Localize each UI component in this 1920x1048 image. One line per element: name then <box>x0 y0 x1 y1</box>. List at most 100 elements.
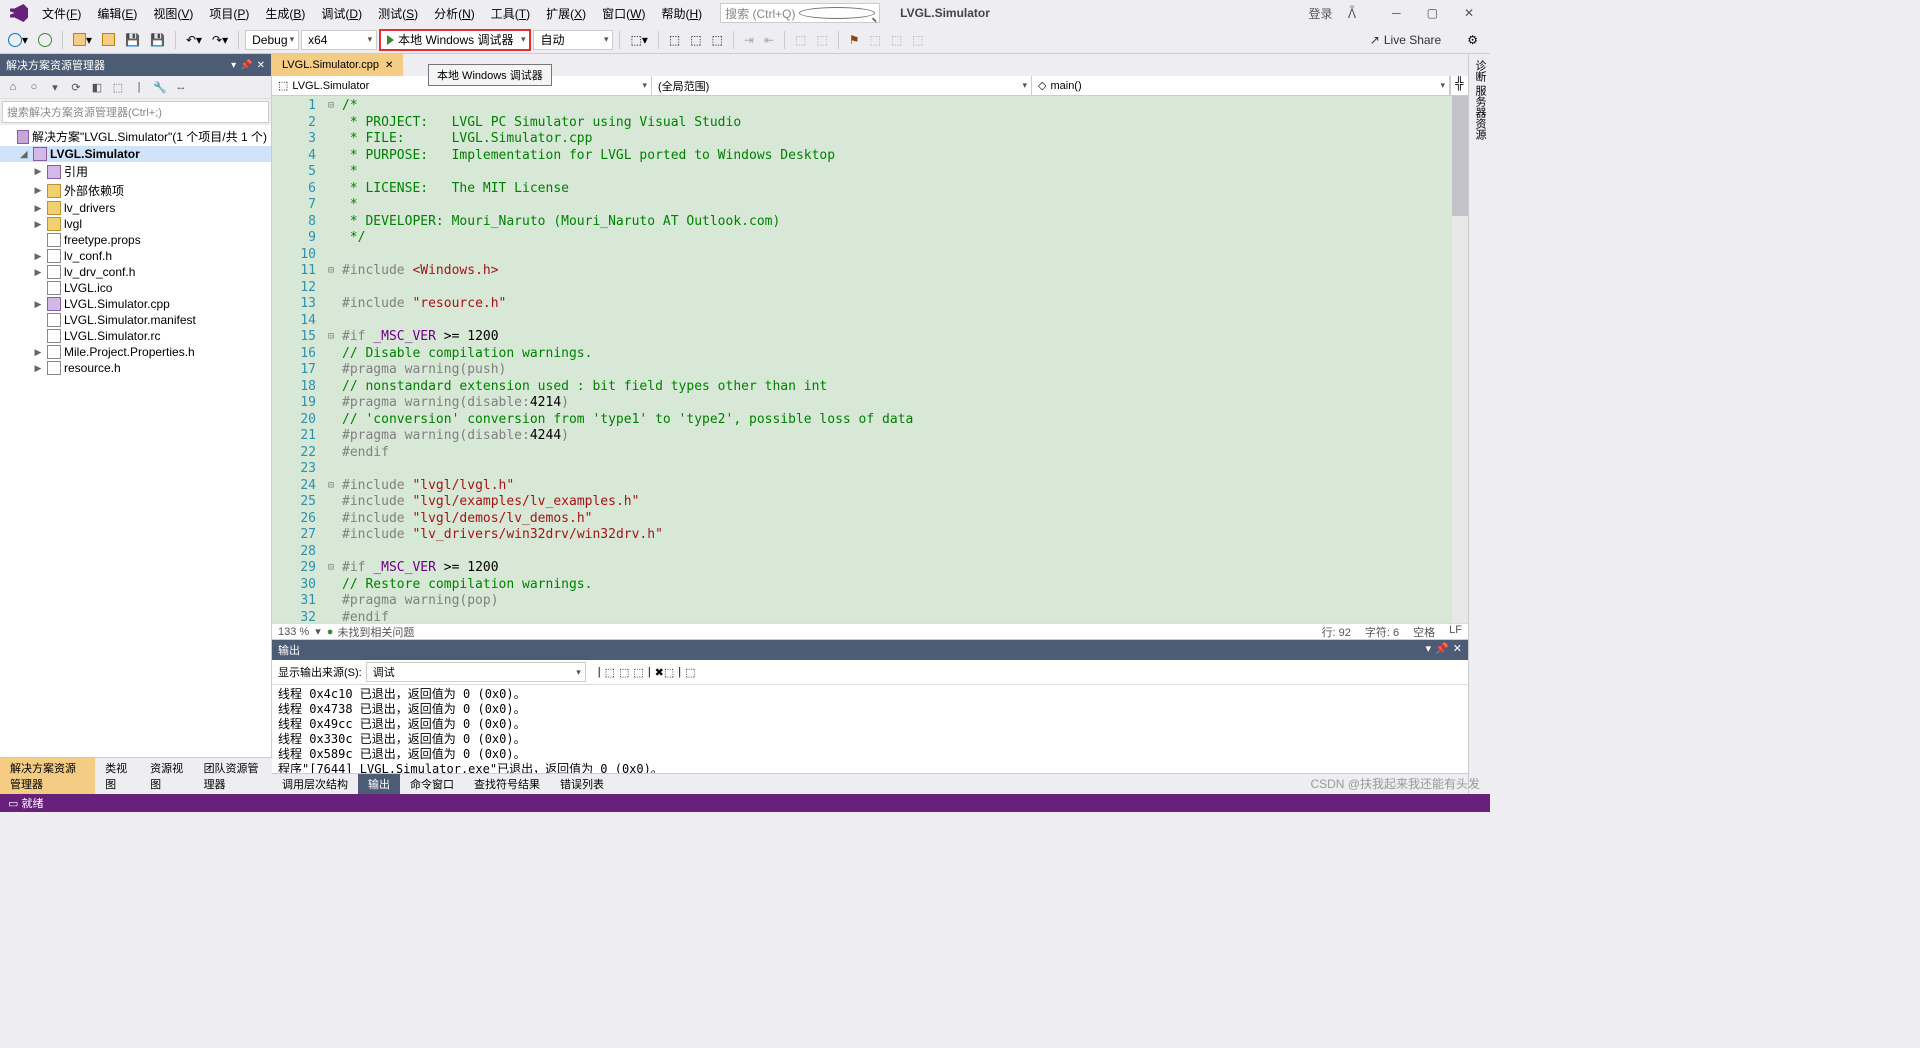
out-close-icon[interactable]: ✕ <box>1453 642 1462 658</box>
tree-item[interactable]: LVGL.Simulator.rc <box>0 328 271 344</box>
btab-l-0[interactable]: 解决方案资源管理器 <box>0 758 95 794</box>
menu-S[interactable]: 测试(S) <box>370 2 426 25</box>
file-tab[interactable]: LVGL.Simulator.cpp✕ <box>272 54 403 76</box>
config-combo[interactable]: Debug <box>245 30 299 50</box>
tb-extra-6[interactable]: ⇤ <box>760 31 778 49</box>
search-box[interactable]: 搜索 (Ctrl+Q) <box>720 3 880 23</box>
scroll-thumb[interactable] <box>1452 96 1468 216</box>
nav-fwd-button[interactable] <box>34 31 56 49</box>
sln-close-icon[interactable]: ✕ <box>257 60 265 71</box>
tab-close-icon[interactable]: ✕ <box>385 60 393 71</box>
btab-r-3[interactable]: 查找符号结果 <box>464 774 550 794</box>
btab-r-0[interactable]: 调用层次结构 <box>272 774 358 794</box>
btab-r-1[interactable]: 输出 <box>358 774 400 794</box>
btab-l-2[interactable]: 资源视图 <box>140 758 193 794</box>
tree-item[interactable]: ▶LVGL.Simulator.cpp <box>0 296 271 312</box>
sln-project[interactable]: ◢LVGL.Simulator <box>0 146 271 162</box>
sln-home-icon[interactable]: ⌂ <box>4 78 22 96</box>
menu-H[interactable]: 帮助(H) <box>653 2 710 25</box>
tree-item[interactable]: ▶resource.h <box>0 360 271 376</box>
tb-extra-1[interactable]: ⬚▾ <box>626 31 651 49</box>
login-button[interactable]: 登录 ᐰ <box>1285 1 1369 26</box>
new-project-button[interactable]: ▾ <box>69 31 96 49</box>
menu-D[interactable]: 调试(D) <box>313 2 370 25</box>
tb-extra-7[interactable]: ⬚ <box>791 31 810 49</box>
tb-extra-9[interactable]: ⬚ <box>865 31 884 49</box>
sln-pin-icon[interactable]: 📌 <box>240 60 252 71</box>
sln-tb-2[interactable]: ⟳ <box>67 78 85 96</box>
btab-r-2[interactable]: 命令窗口 <box>400 774 464 794</box>
code-text[interactable]: /* * PROJECT: LVGL PC Simulator using Vi… <box>342 96 1452 623</box>
tb-extra-11[interactable]: ⬚ <box>908 31 927 49</box>
undo-button[interactable]: ↶▾ <box>182 31 206 49</box>
menu-B[interactable]: 生成(B) <box>257 2 313 25</box>
menu-N[interactable]: 分析(N) <box>426 2 483 25</box>
sln-tb-1[interactable]: ○ <box>25 78 43 96</box>
tree-item[interactable]: ▶lvgl <box>0 216 271 232</box>
tb-extra-5[interactable]: ⇥ <box>740 31 758 49</box>
menu-T[interactable]: 工具(T) <box>483 2 538 25</box>
start-debug-button[interactable]: 本地 Windows 调试器 <box>379 29 531 51</box>
open-button[interactable] <box>98 31 119 48</box>
out-tb-1[interactable]: ⬚ <box>605 666 615 679</box>
sln-root[interactable]: 解决方案"LVGL.Simulator"(1 个项目/共 1 个) <box>0 127 271 146</box>
tb-extra-2[interactable]: ⬚ <box>665 31 684 49</box>
maximize-button[interactable]: ▢ <box>1415 2 1450 24</box>
right-sidebar[interactable]: 诊断 服务器资源 <box>1468 54 1490 794</box>
auto-combo[interactable]: 自动 <box>533 30 613 50</box>
tb-extra-8[interactable]: ⬚ <box>812 31 831 49</box>
nav-member[interactable]: ◇ main() <box>1032 76 1450 95</box>
nav-scope[interactable]: (全局范围) <box>652 76 1032 95</box>
close-button[interactable]: ✕ <box>1452 2 1486 24</box>
sln-wrench-icon[interactable]: 🔧 <box>151 78 169 96</box>
menu-P[interactable]: 项目(P) <box>201 2 257 25</box>
tb-extra-3[interactable]: ⬚ <box>686 31 705 49</box>
sln-dropdown-icon[interactable]: ▾ <box>231 60 236 71</box>
output-src-combo[interactable]: 调试 <box>366 662 586 682</box>
output-text[interactable]: 线程 0x4c10 已退出，返回值为 0 (0x0)。 线程 0x4738 已退… <box>272 685 1468 773</box>
platform-combo[interactable]: x64 <box>301 30 377 50</box>
menu-E[interactable]: 编辑(E) <box>89 2 145 25</box>
sln-search[interactable]: 搜索解决方案资源管理器(Ctrl+;) <box>2 101 269 123</box>
tree-item[interactable]: ▶lv_conf.h <box>0 248 271 264</box>
tree-item[interactable]: freetype.props <box>0 232 271 248</box>
out-tb-3[interactable]: ⬚ <box>633 666 643 679</box>
split-button[interactable]: ╬ <box>1450 76 1468 95</box>
menu-W[interactable]: 窗口(W) <box>594 2 653 25</box>
live-share-button[interactable]: ↗ Live Share <box>1370 33 1441 47</box>
code-editor[interactable]: 1234567891011121314151617181920212223242… <box>272 96 1468 623</box>
sln-tb-3[interactable]: ◧ <box>88 78 106 96</box>
btab-l-1[interactable]: 类视图 <box>95 758 140 794</box>
out-tb-5[interactable]: ⬚ <box>685 666 695 679</box>
btab-l-3[interactable]: 团队资源管理器 <box>194 758 272 794</box>
customize-toolbar[interactable]: ⚙ <box>1463 31 1482 49</box>
tree-item[interactable]: ▶lv_drivers <box>0 200 271 216</box>
out-dropdown-icon[interactable]: ▾ <box>1426 642 1432 658</box>
redo-button[interactable]: ↷▾ <box>208 31 232 49</box>
tree-item[interactable]: LVGL.Simulator.manifest <box>0 312 271 328</box>
minimize-button[interactable]: ─ <box>1380 2 1413 24</box>
tb-extra-4[interactable]: ⬚ <box>708 31 727 49</box>
out-pin-icon[interactable]: 📌 <box>1435 642 1449 658</box>
menu-X[interactable]: 扩展(X) <box>538 2 594 25</box>
tree-item[interactable]: ▶引用 <box>0 162 271 181</box>
btab-r-4[interactable]: 错误列表 <box>550 774 614 794</box>
out-tb-2[interactable]: ⬚ <box>619 666 629 679</box>
menu-V[interactable]: 视图(V) <box>145 2 201 25</box>
save-button[interactable]: 💾 <box>121 31 144 49</box>
tb-extra-10[interactable]: ⬚ <box>887 31 906 49</box>
tree-item[interactable]: LVGL.ico <box>0 280 271 296</box>
vertical-scrollbar[interactable] <box>1452 96 1468 623</box>
sln-tb-6[interactable]: ↔ <box>172 78 190 96</box>
tree-item[interactable]: ▶外部依赖项 <box>0 181 271 200</box>
tree-item[interactable]: ▶Mile.Project.Properties.h <box>0 344 271 360</box>
zoom-level[interactable]: 133 % <box>278 626 309 638</box>
nav-back-button[interactable]: ▾ <box>4 31 32 49</box>
menu-F[interactable]: 文件(F) <box>34 2 89 25</box>
save-all-button[interactable]: 💾 <box>146 31 169 49</box>
fold-gutter[interactable]: ⊟ ⊟ ⊟ ⊟ ⊟ <box>328 96 342 623</box>
tree-item[interactable]: ▶lv_drv_conf.h <box>0 264 271 280</box>
tb-flag[interactable]: ⚑ <box>845 31 864 49</box>
sln-tb-4[interactable]: ⬚ <box>109 78 127 96</box>
out-tb-4[interactable]: ✖⬚ <box>655 666 675 679</box>
